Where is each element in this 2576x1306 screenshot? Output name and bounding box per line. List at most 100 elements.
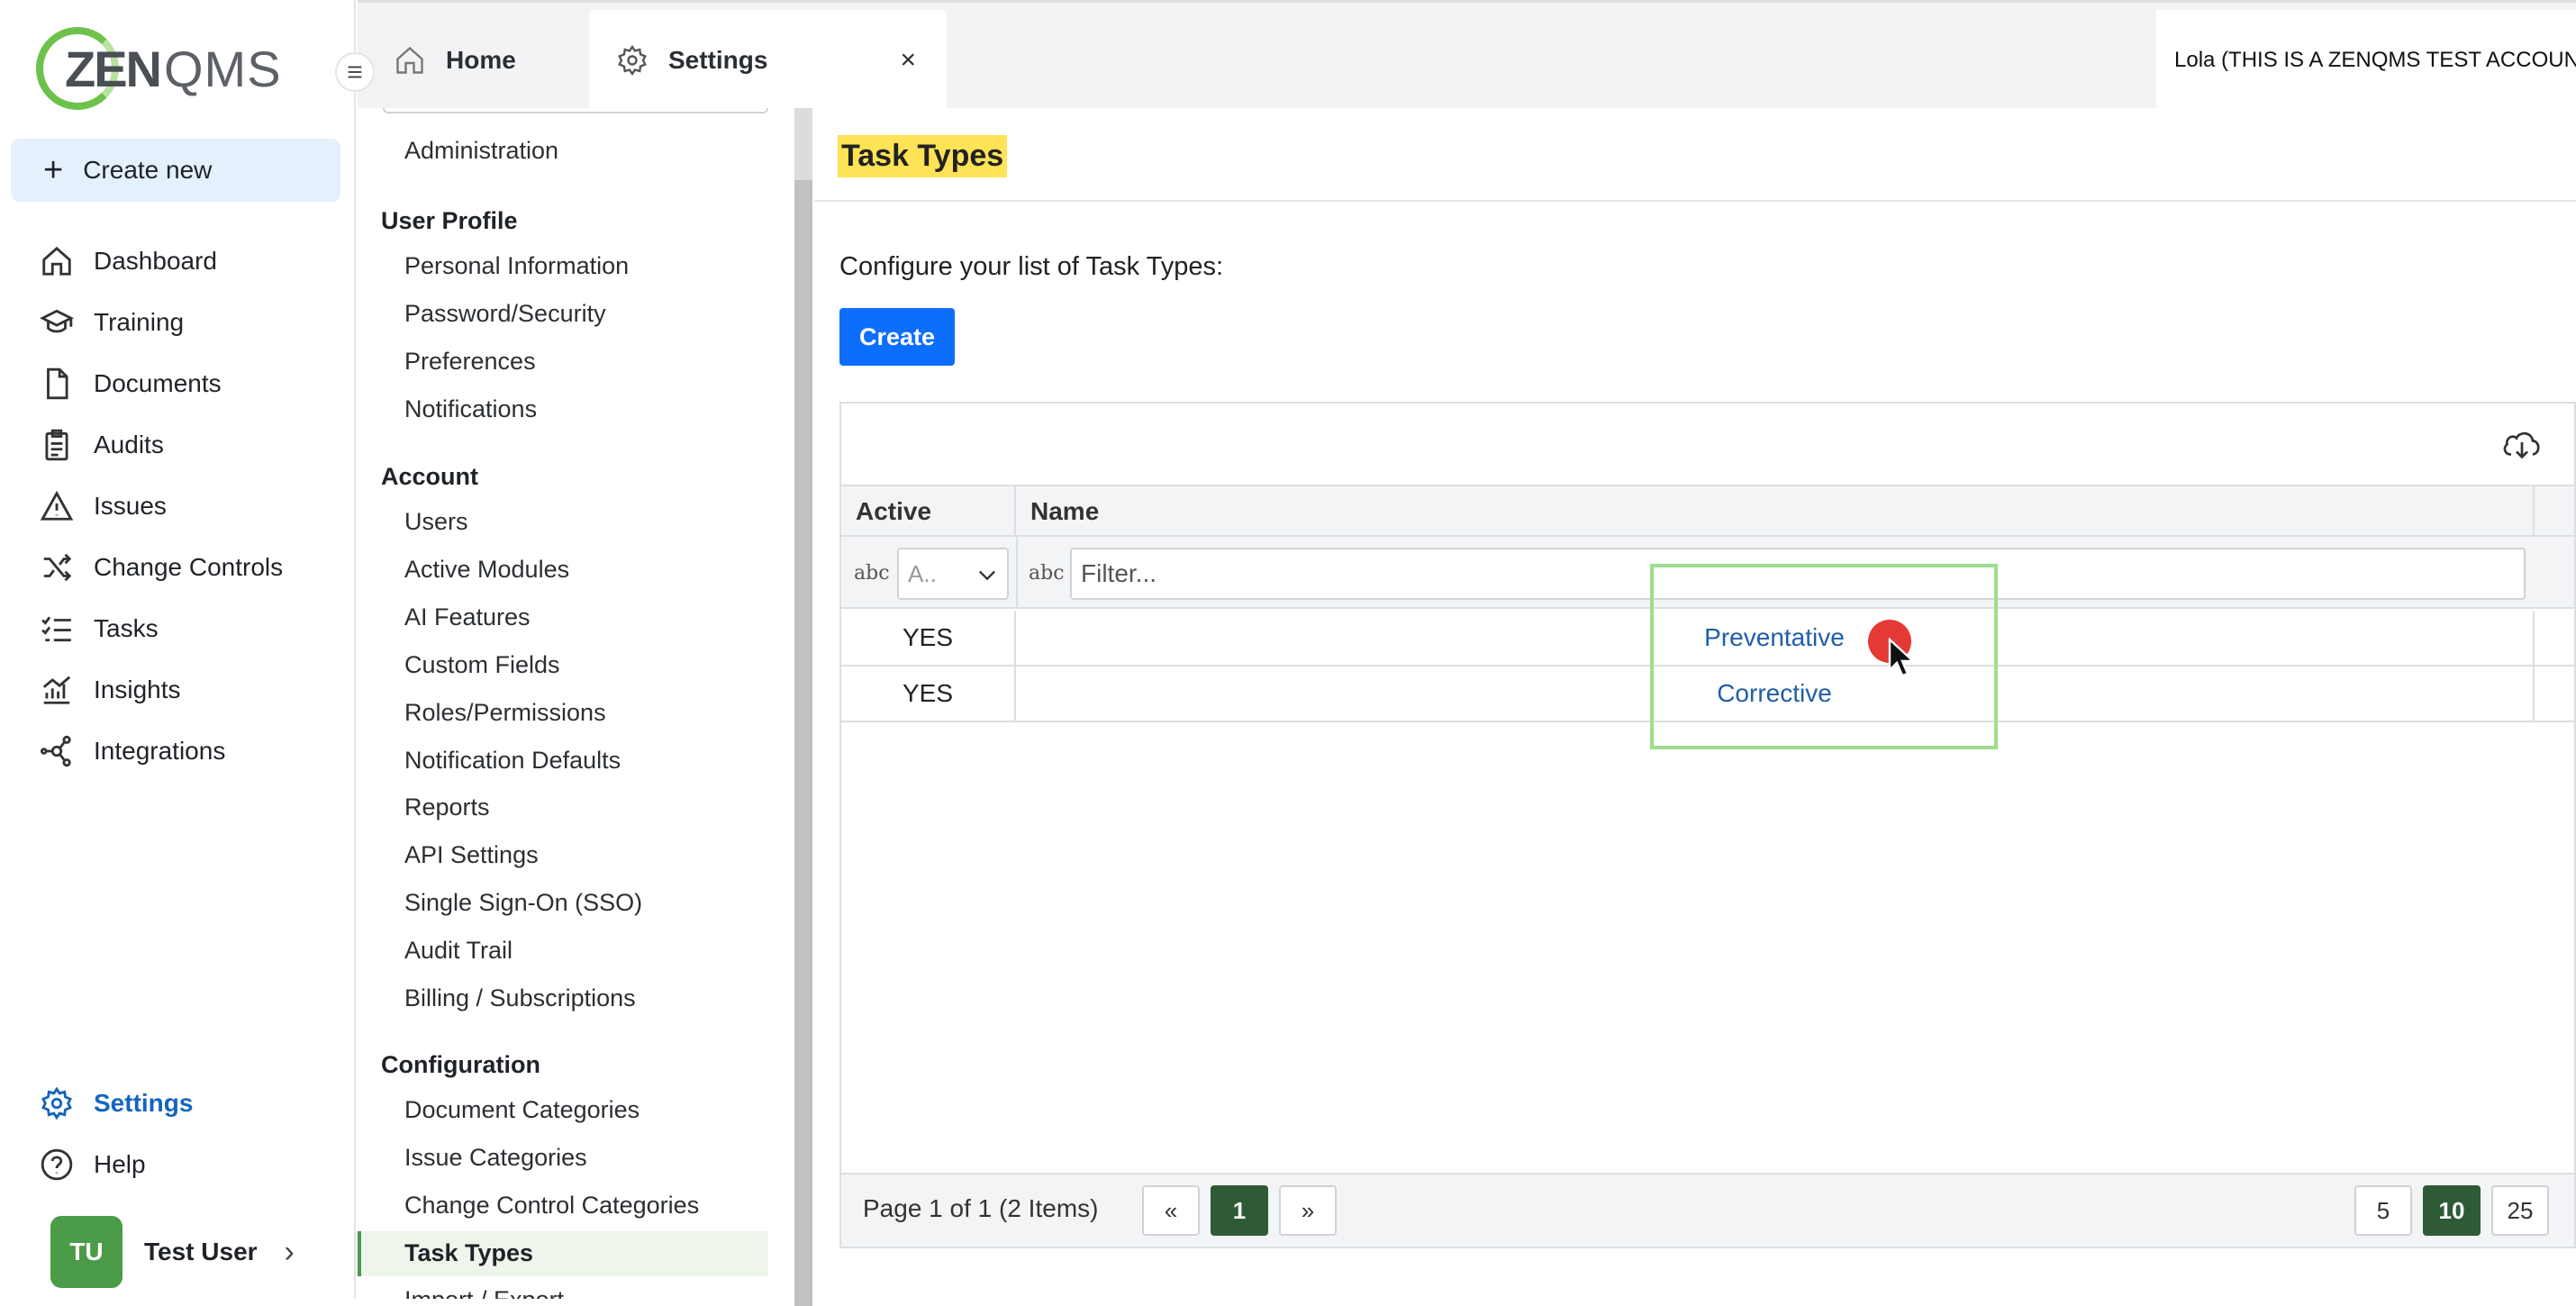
sidebar-item-help[interactable]: Help [40, 1143, 146, 1186]
submenu-item-reports[interactable]: Reports [404, 794, 490, 821]
scrollbar-thumb[interactable] [794, 180, 812, 1306]
text-filter-icon[interactable]: abc [1029, 562, 1065, 585]
submenu-item-roles-permissions[interactable]: Roles/Permissions [404, 699, 606, 727]
submenu-item-api-settings[interactable]: API Settings [404, 841, 539, 869]
tab-settings[interactable]: Settings × [589, 10, 947, 111]
gear-icon [41, 1086, 72, 1120]
submenu-item-billing[interactable]: Billing / Subscriptions [404, 984, 636, 1012]
page-size-25[interactable]: 25 [2491, 1185, 2549, 1236]
submenu-search-field[interactable] [383, 108, 768, 113]
column-header-active[interactable]: Active [841, 486, 1016, 537]
sidebar-item-label: Settings [94, 1089, 194, 1117]
sidebar-item-documents[interactable]: Documents [40, 362, 222, 405]
sidebar-item-issues[interactable]: Issues [40, 485, 167, 528]
create-new-label: Create new [83, 156, 213, 184]
gear-icon [618, 44, 647, 77]
logo-text-qms: QMS [164, 40, 282, 97]
sidebar-item-label: Training [94, 308, 185, 336]
chevron-down-icon [979, 570, 995, 581]
sidebar-item-label: Insights [94, 676, 181, 703]
cell-active: YES [841, 667, 1016, 721]
user-menu[interactable]: TU Test User › [50, 1216, 295, 1288]
close-tab-icon[interactable]: × [900, 45, 916, 76]
submenu-item-import-export[interactable]: Import / Export [404, 1286, 564, 1299]
account-label[interactable]: Lola (THIS IS A ZENQMS TEST ACCOUNT) [2156, 10, 2576, 111]
logo-text-zen: ZEN [65, 40, 162, 97]
submenu-item-administration[interactable]: Administration [404, 137, 558, 165]
sidebar-item-change-controls[interactable]: Change Controls [40, 546, 283, 589]
submenu-item-preferences[interactable]: Preferences [404, 348, 536, 376]
submenu-item-ai-features[interactable]: AI Features [404, 603, 531, 631]
sidebar-item-integrations[interactable]: Integrations [40, 730, 225, 773]
submenu-item-users[interactable]: Users [404, 508, 468, 536]
sidebar-item-training[interactable]: Training [40, 301, 184, 344]
sidebar-item-label: Tasks [94, 614, 159, 642]
submenu-item-document-categories[interactable]: Document Categories [404, 1096, 639, 1124]
chart-icon [42, 676, 71, 704]
tab-label: Settings [668, 46, 768, 74]
submenu-item-notification-defaults[interactable]: Notification Defaults [404, 747, 621, 775]
task-types-grid: Active Name abc A.. abc YES Preventative… [839, 402, 2576, 1248]
submenu-heading-user-profile: User Profile [381, 207, 518, 234]
submenu-item-notifications[interactable]: Notifications [404, 395, 537, 423]
sidebar-item-audits[interactable]: Audits [40, 423, 164, 467]
active-filter-select[interactable]: A.. [897, 548, 1009, 600]
create-button[interactable]: Create [839, 308, 955, 366]
page-size-10[interactable]: 10 [2423, 1185, 2481, 1236]
cloud-download-icon[interactable] [2500, 427, 2544, 463]
zenqms-logo[interactable]: ZEN QMS [36, 27, 282, 110]
help-circle-icon [41, 1148, 73, 1181]
clipboard-icon [45, 429, 68, 461]
divider [814, 200, 2576, 202]
submenu-item-task-types[interactable]: Task Types [404, 1239, 533, 1267]
active-filter-value: A.. [908, 559, 937, 587]
submenu-heading-account: Account [381, 463, 478, 490]
annotation-highlight-box [1650, 564, 1998, 749]
sidebar-item-label: Integrations [94, 737, 226, 765]
plus-icon: + [43, 150, 64, 189]
page-info: Page 1 of 1 (2 Items) [863, 1194, 1099, 1222]
chevron-right-icon: › [284, 1234, 295, 1269]
column-header-name[interactable]: Name [1016, 486, 2535, 537]
graduation-cap-icon [40, 309, 74, 333]
submenu-item-personal-information[interactable]: Personal Information [404, 252, 629, 280]
sidebar-item-insights[interactable]: Insights [40, 668, 181, 712]
create-new-button[interactable]: + Create new [11, 139, 340, 202]
mouse-cursor-icon [1888, 638, 1917, 677]
submenu-item-change-control-categories[interactable]: Change Control Categories [404, 1192, 699, 1220]
shuffle-icon [43, 553, 72, 582]
grid-pager: Page 1 of 1 (2 Items) « 1 » 5 10 25 [841, 1173, 2574, 1247]
main-sidebar: ZEN QMS + Create new Dashboard Training … [0, 0, 356, 1299]
submenu-heading-configuration: Configuration [381, 1051, 540, 1078]
tab-home[interactable]: Home [394, 10, 516, 111]
configure-description: Configure your list of Task Types: [839, 252, 1224, 281]
pager-page-1[interactable]: 1 [1211, 1185, 1268, 1236]
pager-next-button[interactable]: » [1279, 1185, 1337, 1236]
sidebar-item-label: Issues [94, 492, 167, 520]
sidebar-item-tasks[interactable]: Tasks [40, 607, 159, 650]
hamburger-icon [348, 66, 362, 78]
submenu-item-issue-categories[interactable]: Issue Categories [404, 1144, 587, 1172]
top-tab-bar: Home Settings × Lola (THIS IS A ZENQMS T… [358, 0, 2576, 111]
user-name: Test User [144, 1238, 258, 1265]
settings-submenu: Administration User Profile Personal Inf… [358, 108, 794, 1299]
text-filter-icon[interactable]: abc [854, 562, 890, 585]
submenu-item-custom-fields[interactable]: Custom Fields [404, 651, 560, 679]
tab-label: Home [446, 46, 516, 74]
submenu-item-active-modules[interactable]: Active Modules [404, 556, 569, 584]
page-title: Task Types [838, 135, 1008, 177]
page-size-5[interactable]: 5 [2354, 1185, 2412, 1236]
sidebar-item-label: Documents [94, 369, 222, 397]
submenu-scrollbar[interactable] [794, 108, 812, 1306]
sidebar-item-dashboard[interactable]: Dashboard [40, 240, 217, 283]
sidebar-item-label: Help [94, 1150, 146, 1178]
submenu-item-audit-trail[interactable]: Audit Trail [404, 937, 512, 965]
pager-prev-button[interactable]: « [1142, 1185, 1200, 1236]
submenu-item-password-security[interactable]: Password/Security [404, 300, 606, 328]
document-icon [47, 367, 68, 400]
sidebar-toggle-button[interactable] [335, 52, 375, 92]
sidebar-item-label: Change Controls [94, 553, 284, 581]
sidebar-item-settings[interactable]: Settings [40, 1082, 193, 1125]
submenu-item-sso[interactable]: Single Sign-On (SSO) [404, 889, 642, 917]
warning-icon [40, 490, 74, 521]
